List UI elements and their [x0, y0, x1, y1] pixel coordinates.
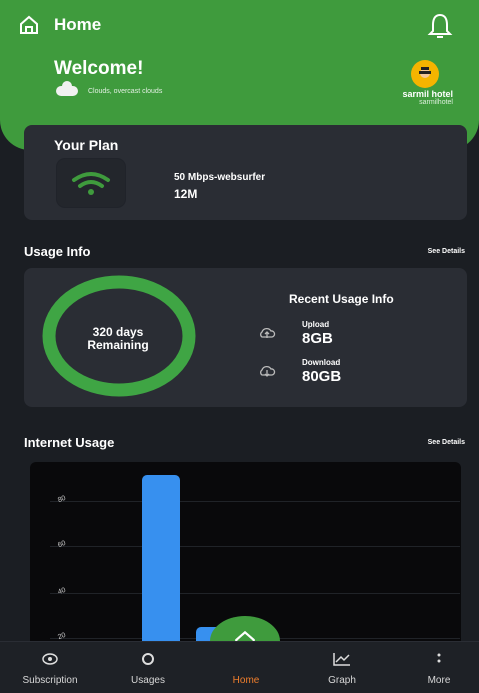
nav-more[interactable]: More [403, 652, 475, 686]
y-tick-label: 60 [57, 539, 67, 550]
download-value: 80GB [302, 368, 342, 385]
home-icon[interactable] [18, 14, 40, 36]
cloud-icon [56, 81, 78, 96]
nav-label: Usages [131, 675, 165, 686]
upload-cloud-icon [260, 327, 276, 338]
plan-title: Your Plan [54, 137, 119, 153]
download-label: Download [302, 358, 341, 367]
nav-graph[interactable]: Graph [306, 652, 378, 686]
nav-label: Graph [328, 675, 356, 686]
more-icon [437, 653, 441, 663]
circle-icon [142, 653, 154, 665]
usage-see-details-link[interactable]: See Details [428, 248, 465, 255]
wifi-icon [72, 172, 110, 195]
wifi-icon-box [57, 159, 125, 207]
internet-see-details-link[interactable]: See Details [428, 439, 465, 446]
weather-text: Clouds, overcast clouds [88, 87, 163, 95]
user-name: sarmil hotel [402, 89, 453, 99]
welcome-text: Welcome! [54, 58, 144, 79]
nav-label: Home [232, 675, 260, 686]
nav-label: More [427, 675, 451, 686]
header-row: Home [18, 14, 101, 36]
chart-icon [333, 653, 350, 666]
y-tick-label: 40 [57, 586, 67, 597]
chart-bar[interactable] [142, 475, 180, 652]
remaining-label: Remaining [87, 338, 149, 352]
nav-label: Subscription [22, 675, 78, 686]
upload-value: 8GB [302, 330, 333, 347]
ring-text: 320 days Remaining [68, 326, 168, 352]
grid-line [50, 501, 460, 502]
upload-label: Upload [302, 320, 330, 329]
bell-icon[interactable] [427, 12, 453, 40]
bottom-navigation: Subscription Usages Home Graph More [0, 641, 479, 693]
nav-subscription[interactable]: Subscription [14, 652, 86, 686]
internet-usage-title: Internet Usage [24, 435, 115, 450]
weather-row: Clouds, overcast clouds [56, 81, 163, 96]
plan-card[interactable]: Your Plan 50 Mbps-websurfer 12M [24, 125, 467, 220]
recent-usage-title: Recent Usage Info [289, 292, 394, 306]
nav-home[interactable]: Home [210, 669, 282, 686]
page-title: Home [54, 15, 102, 34]
usage-info-title: Usage Info [24, 244, 91, 259]
grid-line [50, 546, 460, 547]
plan-name: 50 Mbps-websurfer [174, 172, 266, 183]
eye-icon [42, 653, 58, 665]
y-tick-label: 20 [57, 631, 67, 642]
avatar[interactable] [411, 60, 439, 88]
grid-line [50, 593, 460, 594]
avatar-face-icon [419, 67, 431, 78]
plan-period: 12M [174, 187, 198, 201]
download-cloud-icon [260, 365, 276, 377]
user-subtitle: sarmilhotel [419, 99, 453, 106]
y-tick-label: 80 [57, 494, 67, 505]
nav-usages[interactable]: Usages [112, 652, 184, 686]
usage-card: 320 days Remaining Recent Usage Info Upl… [24, 268, 467, 407]
